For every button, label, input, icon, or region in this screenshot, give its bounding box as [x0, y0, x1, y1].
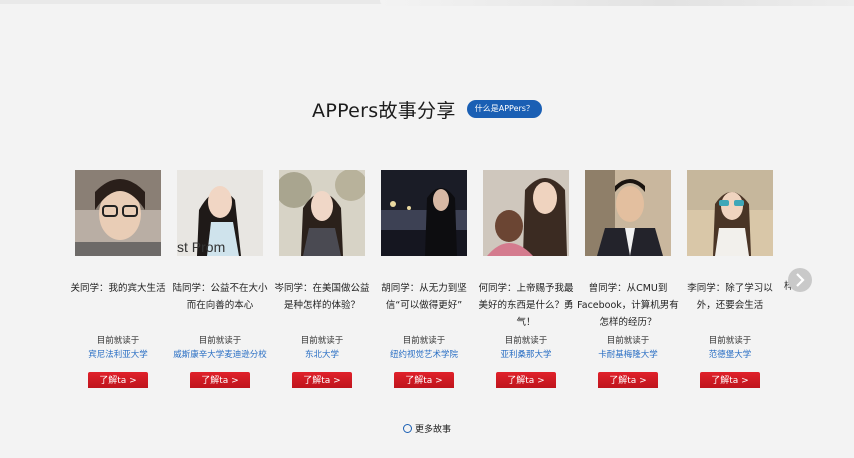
student-photo[interactable] [687, 170, 773, 256]
school-link[interactable]: 卡耐基梅隆大学 [577, 348, 679, 360]
story-card: 岑同学：在美国做公益是种怎样的体验？ 目前就读于 东北大学 了解ta > [271, 168, 373, 388]
school-label: 目前就读于 [96, 336, 140, 346]
learn-more-button[interactable]: 了解ta > [598, 372, 658, 388]
story-card: 胡同学：从无力到坚信“可以做得更好” 目前就读于 纽约视觉艺术学院 了解ta > [373, 168, 475, 388]
learn-more-button[interactable]: 了解ta > [292, 372, 352, 388]
learn-more-button[interactable]: 了解ta > [700, 372, 760, 388]
chevron-right-icon [796, 273, 805, 287]
school-link[interactable]: 宾尼法利亚大学 [67, 348, 169, 360]
student-photo[interactable]: st Prom [177, 170, 263, 256]
story-card: 李同学：除了学习以外，还要会生活 目前就读于 范德堡大学 了解ta > [679, 168, 781, 388]
learn-more-button[interactable]: 了解ta > [394, 372, 454, 388]
student-photo[interactable] [279, 170, 365, 256]
student-photo[interactable] [483, 170, 569, 256]
school-label: 目前就读于 [198, 336, 242, 346]
learn-more-button[interactable]: 了解ta > [88, 372, 148, 388]
section-title: APPers故事分享 [312, 100, 456, 122]
school-link[interactable]: 纽约视觉艺术学院 [373, 348, 475, 360]
learn-more-button[interactable]: 了解ta > [190, 372, 250, 388]
photo-overlay-text: st Prom [177, 239, 225, 255]
story-quote: 陆同学：公益不在大小而在向善的本心 [172, 283, 268, 311]
school-link[interactable]: 威斯康辛大学麦迪逊分校 [169, 348, 271, 360]
circle-icon [402, 424, 412, 433]
story-carousel: 关同学：我的宾大生活 目前就读于 宾尼法利亚大学 了解ta > st Prom … [0, 168, 854, 388]
student-photo[interactable] [381, 170, 467, 256]
story-quote: 胡同学：从无力到坚信“可以做得更好” [381, 283, 467, 311]
learn-more-button[interactable]: 了解ta > [496, 372, 556, 388]
story-quote: 关同学：我的宾大生活 [70, 283, 166, 294]
story-quote: 岑同学：在美国做公益是种怎样的体验？ [274, 283, 370, 311]
story-quote: 曾同学：从CMU到Facebook，计算机男有怎样的经历？ [577, 283, 679, 328]
school-link[interactable]: 亚利桑那大学 [475, 348, 577, 360]
school-label: 目前就读于 [504, 336, 548, 346]
story-quote: 何同学：上帝赐予我最美好的东西是什么？勇气！ [478, 283, 574, 328]
story-card: 曾同学：从CMU到Facebook，计算机男有怎样的经历？ 目前就读于 卡耐基梅… [577, 168, 679, 388]
more-stories[interactable]: 更多故事 [0, 422, 854, 435]
student-photo[interactable] [585, 170, 671, 256]
school-label: 目前就读于 [402, 336, 446, 346]
student-photo[interactable] [75, 170, 161, 256]
story-quote: 李同学：除了学习以外，还要会生活 [687, 283, 773, 311]
section-header: APPers故事分享 什么是APPers？ [0, 96, 854, 123]
school-link[interactable]: 东北大学 [271, 348, 373, 360]
carousel-next-button[interactable] [788, 268, 812, 292]
more-stories-label[interactable]: 更多故事 [415, 425, 451, 435]
story-card: st Prom 陆同学：公益不在大小而在向善的本心 目前就读于 威斯康辛大学麦迪… [169, 168, 271, 388]
what-is-appers-button[interactable]: 什么是APPers？ [466, 99, 542, 118]
story-card: 关同学：我的宾大生活 目前就读于 宾尼法利亚大学 了解ta > [67, 168, 169, 388]
school-label: 目前就读于 [300, 336, 344, 346]
top-decoration [380, 0, 854, 6]
school-label: 目前就读于 [606, 336, 650, 346]
story-card: 何同学：上帝赐予我最美好的东西是什么？勇气！ 目前就读于 亚利桑那大学 了解ta… [475, 168, 577, 388]
school-link[interactable]: 范德堡大学 [679, 348, 781, 360]
school-label: 目前就读于 [708, 336, 752, 346]
